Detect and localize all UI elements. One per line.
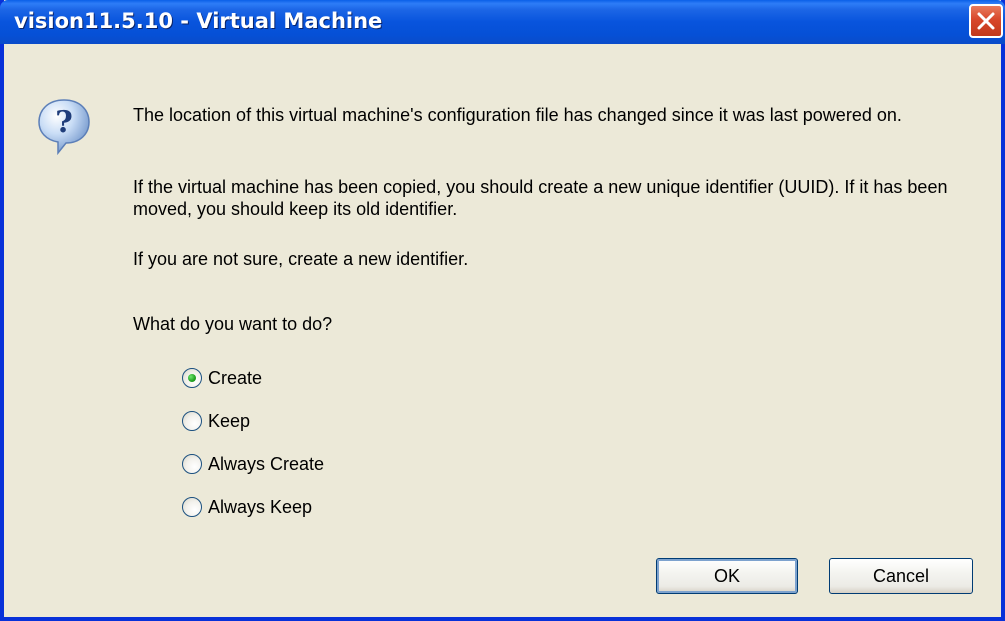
radio-label: Always Create	[208, 454, 325, 474]
dialog-window: vision11.5.10 - Virtual Machine ? The lo…	[0, 0, 1005, 621]
radio-selected-dot	[188, 374, 196, 382]
svg-text:?: ?	[55, 105, 73, 140]
title-bar[interactable]: vision11.5.10 - Virtual Machine	[0, 0, 1005, 44]
close-icon	[977, 12, 995, 30]
message-config-changed: The location of this virtual machine's c…	[133, 105, 902, 125]
dialog-content: ? The location of this virtual machine's…	[4, 44, 1001, 617]
radio-keep[interactable]: Keep	[182, 409, 324, 452]
message-not-sure: If you are not sure, create a new identi…	[133, 249, 469, 269]
radio-always-keep[interactable]: Always Keep	[182, 495, 324, 538]
message-question: What do you want to do?	[133, 314, 333, 334]
radio-always-create[interactable]: Always Create	[182, 452, 324, 495]
window-title: vision11.5.10 - Virtual Machine	[14, 9, 383, 33]
radio-button[interactable]	[182, 454, 202, 474]
message-uuid-explanation: If the virtual machine has been copied, …	[133, 177, 948, 219]
uuid-option-group: Create Keep Always Create Always Keep	[182, 366, 324, 538]
radio-button[interactable]	[182, 411, 202, 431]
radio-label: Always Keep	[208, 497, 313, 517]
close-button[interactable]	[969, 4, 1003, 38]
radio-button[interactable]	[182, 497, 202, 517]
radio-create[interactable]: Create	[182, 366, 324, 409]
ok-button[interactable]: OK	[656, 558, 798, 594]
radio-button[interactable]	[182, 368, 202, 388]
radio-label: Create	[208, 368, 263, 388]
cancel-button[interactable]: Cancel	[829, 558, 973, 594]
question-icon: ?	[38, 99, 90, 156]
radio-label: Keep	[208, 411, 251, 431]
